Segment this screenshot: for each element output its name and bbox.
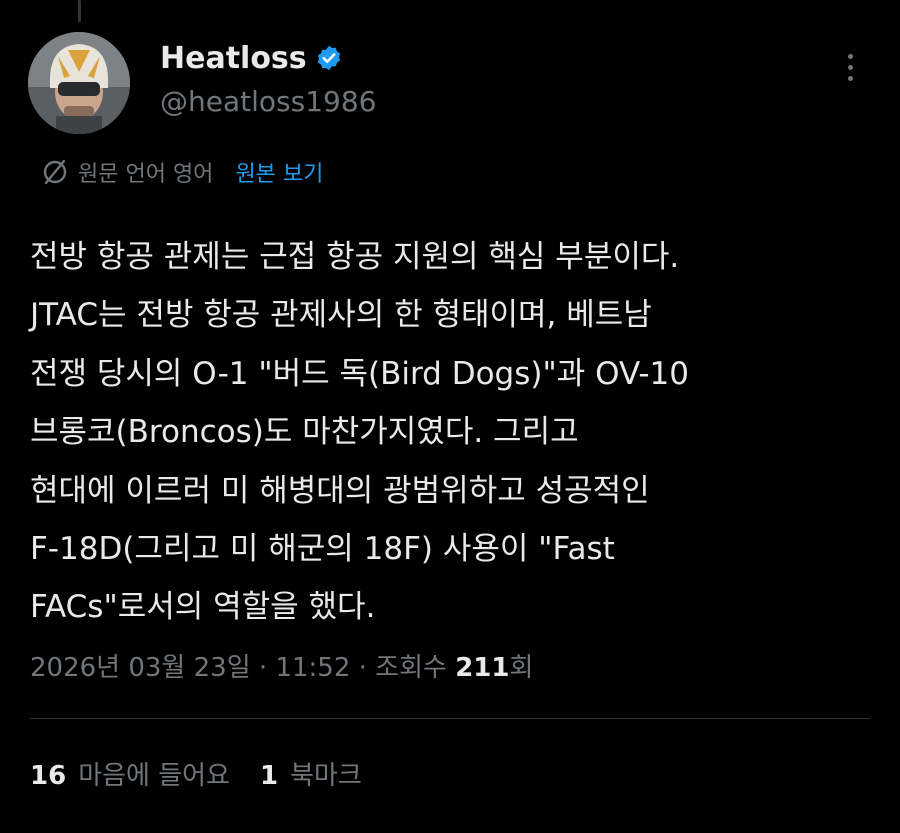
tweet-text: 전방 항공 관제는 근접 항공 지원의 핵심 부분이다. JTAC는 전방 항공… xyxy=(30,228,850,637)
display-name[interactable]: Heatloss xyxy=(160,41,307,76)
verified-badge-icon[interactable] xyxy=(315,44,343,72)
tweet-text-line: 브롱코(Broncos)도 마찬가지였다. 그리고 xyxy=(30,414,579,451)
tweet-text-line: F-18D(그리고 미 해군의 18F) 사용이 "Fast xyxy=(30,531,615,568)
thread-connector-line xyxy=(78,0,81,22)
avatar-image xyxy=(28,32,130,134)
avatar[interactable] xyxy=(28,32,130,134)
bookmarks-count: 1 xyxy=(259,761,279,791)
more-vertical-icon[interactable] xyxy=(842,54,858,88)
tweet-text-line: JTAC는 전방 항공 관제사의 한 형태이며, 베트남 xyxy=(30,297,652,334)
tweet-text-line: 현대에 이르러 미 해병대의 광범위하고 성공적인 xyxy=(30,472,650,509)
translate-icon xyxy=(43,159,67,185)
meta-separator: · xyxy=(250,653,276,683)
views-label: 조회수 xyxy=(375,653,447,683)
engagement-stats: 16 마음에 들어요 1 북마크 xyxy=(30,754,392,798)
display-name-row: Heatloss xyxy=(160,38,376,78)
bookmarks-stat[interactable]: 1 북마크 xyxy=(260,754,362,798)
views-count: 211 xyxy=(455,653,510,683)
meta-separator: · xyxy=(350,653,376,683)
translation-language-text: 원문 언어 영어 xyxy=(78,162,214,187)
tweet-date[interactable]: 2026년 03월 23일 xyxy=(30,653,251,683)
likes-count: 16 xyxy=(30,761,67,791)
views-suffix: 회 xyxy=(509,653,534,683)
user-handle[interactable]: @heatloss1986 xyxy=(160,84,376,120)
tweet-text-line: FACs"로서의 역할을 했다. xyxy=(30,589,376,626)
translation-notice: 원문 언어 영어 원본 보기 xyxy=(40,154,323,190)
tweet-meta: 2026년 03월 23일 · 11:52 · 조회수 211회 xyxy=(30,648,533,688)
author-info: Heatloss @heatloss1986 xyxy=(160,38,376,120)
tweet-time[interactable]: 11:52 xyxy=(275,653,350,683)
bookmarks-label: 북마크 xyxy=(290,761,362,791)
tweet-text-line: 전방 항공 관제는 근접 항공 지원의 핵심 부분이다. xyxy=(30,239,680,275)
tweet-text-line: 전쟁 당시의 O-1 "버드 독(Bird Dogs)"과 OV-10 xyxy=(30,355,689,392)
likes-label: 마음에 들어요 xyxy=(78,761,230,791)
divider xyxy=(30,718,870,719)
likes-stat[interactable]: 16 마음에 들어요 xyxy=(30,754,230,798)
show-original-link[interactable]: 원본 보기 xyxy=(235,156,323,188)
